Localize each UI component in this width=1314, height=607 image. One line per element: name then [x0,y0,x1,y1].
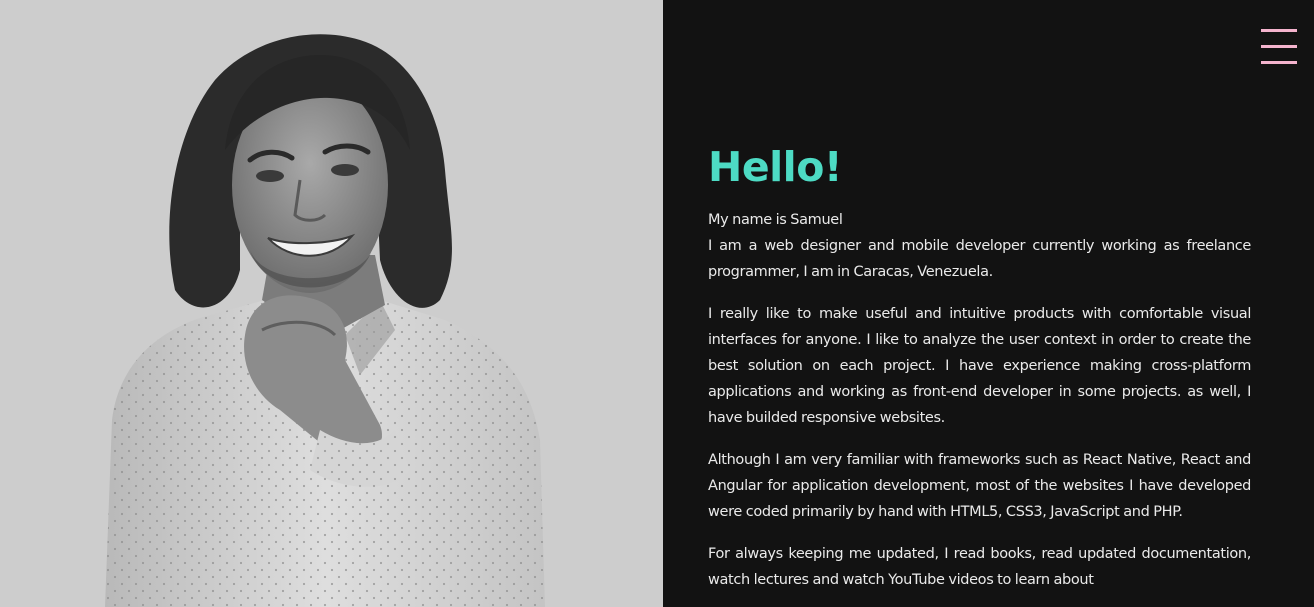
intro-line: I am a web designer and mobile developer… [708,238,1251,280]
about-section: Hello! My name is Samuel I am a web desi… [663,0,1314,607]
greeting-heading: Hello! [708,143,843,191]
about-paragraph: I really like to make useful and intuiti… [708,306,1251,426]
profile-photo [0,0,663,607]
portrait-image [105,34,545,607]
hamburger-menu-icon[interactable] [1261,29,1297,65]
about-paragraph: For always keeping me updated, I read bo… [708,546,1251,588]
about-paragraph: Although I am very familiar with framewo… [708,452,1251,520]
intro-paragraph: My name is Samuel I am a web designer an… [708,207,1251,285]
menu-bar-bottom [1261,61,1297,64]
menu-bar-top [1261,29,1297,32]
menu-bar-middle [1261,45,1297,48]
about-text: Hello! My name is Samuel I am a web desi… [708,141,1251,607]
name-line: My name is Samuel [708,212,843,228]
